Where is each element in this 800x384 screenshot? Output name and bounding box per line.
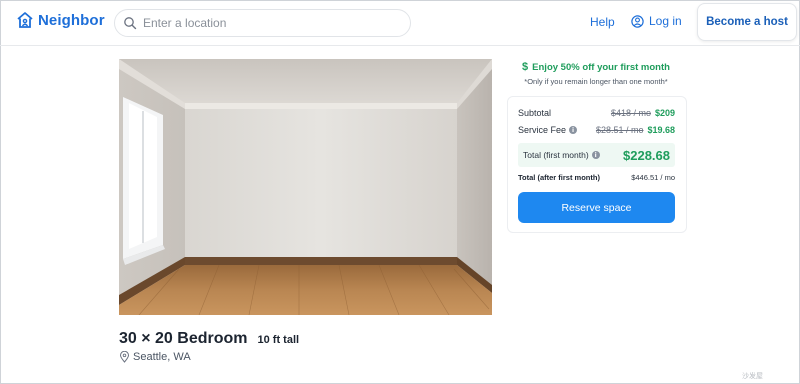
- location-text: Seattle, WA: [133, 351, 191, 363]
- promo-banner: $ Enjoy 50% off your first month *Only i…: [505, 61, 687, 86]
- search-icon: [124, 17, 137, 30]
- listing-photo[interactable]: [119, 59, 492, 315]
- help-link[interactable]: Help: [590, 15, 615, 29]
- total-first-label: Total (first month): [523, 150, 589, 160]
- dollar-icon: $: [522, 61, 529, 73]
- total-after-row: Total (after first month) $446.51 / mo: [518, 173, 675, 182]
- location-search[interactable]: [114, 9, 411, 37]
- become-host-button[interactable]: Become a host: [697, 3, 797, 41]
- subtotal-values: $418 / mo $209: [611, 108, 675, 118]
- room-image: [119, 59, 492, 315]
- login-label: Log in: [649, 14, 682, 28]
- service-fee-old-price: $28.51 / mo: [595, 125, 644, 135]
- promo-text: Enjoy 50% off your first month: [532, 61, 670, 73]
- subtotal-label: Subtotal: [518, 108, 552, 118]
- service-fee-label: Service Fee: [518, 125, 567, 135]
- service-fee-values: $28.51 / mo $19.68: [596, 125, 675, 135]
- total-first-month-box: Total (first month) i $228.68: [518, 143, 675, 167]
- top-nav: Neighbor Help Log in Become a host: [0, 0, 800, 46]
- service-fee-label-group: Service Fee i: [518, 125, 578, 135]
- location-pin-icon: [119, 351, 130, 363]
- total-first-value: $228.68: [623, 147, 670, 163]
- total-after-value: $446.51 / mo: [631, 173, 675, 182]
- info-icon[interactable]: i: [591, 151, 600, 159]
- total-first-label-group: Total (first month) i: [523, 150, 600, 160]
- listing-title: 30 × 20 Bedroom: [119, 330, 248, 347]
- promo-note: *Only if you remain longer than one mont…: [524, 77, 668, 86]
- total-after-label: Total (after first month): [518, 173, 600, 182]
- brand-logo[interactable]: Neighbor: [16, 11, 105, 29]
- listing-title-row: 30 × 20 Bedroom 10 ft tall: [119, 330, 299, 348]
- listing-location: Seattle, WA: [119, 351, 191, 363]
- pricing-card: Subtotal $418 / mo $209 Service Fee i $28…: [507, 96, 687, 233]
- watermark: 沙发屋: [742, 373, 763, 380]
- search-input[interactable]: [143, 16, 383, 30]
- login-link[interactable]: Log in: [631, 14, 682, 28]
- subtotal-row: Subtotal $418 / mo $209: [518, 108, 675, 118]
- brand-name: Neighbor: [38, 11, 105, 29]
- subtotal-old-price: $418 / mo: [610, 108, 651, 118]
- ceiling-height: 10 ft tall: [257, 334, 300, 346]
- service-fee-new-price: $19.68: [647, 125, 675, 135]
- house-logo-icon: [17, 12, 33, 28]
- subtotal-new-price: $209: [654, 108, 675, 118]
- promo-line: $ Enjoy 50% off your first month: [505, 61, 687, 73]
- service-fee-row: Service Fee i $28.51 / mo $19.68: [518, 125, 675, 135]
- info-icon[interactable]: i: [569, 126, 578, 134]
- user-circle-icon: [631, 14, 644, 28]
- reserve-space-button[interactable]: Reserve space: [518, 192, 675, 223]
